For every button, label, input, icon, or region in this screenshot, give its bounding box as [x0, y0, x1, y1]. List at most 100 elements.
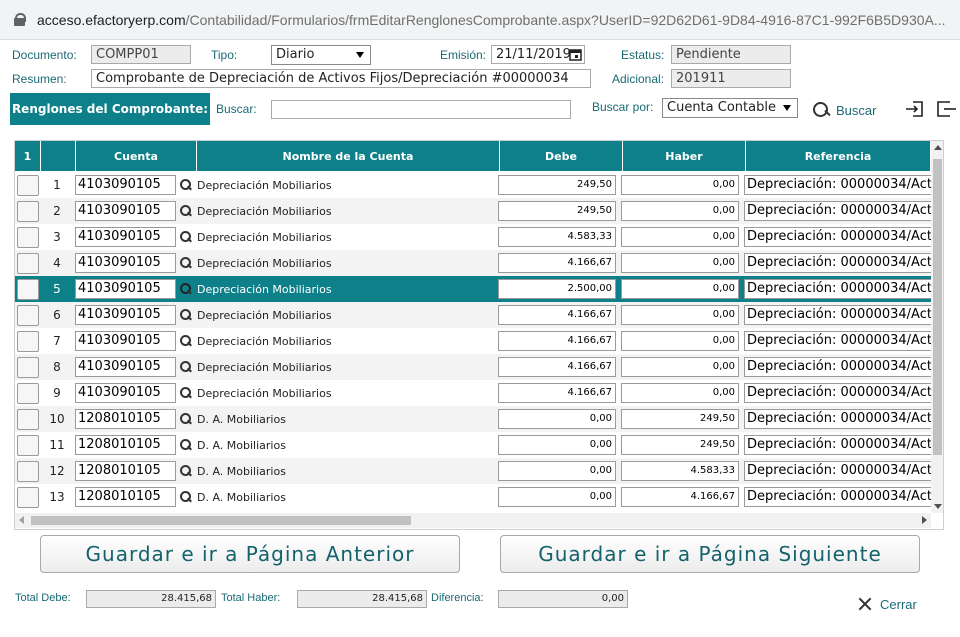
documento-field[interactable]: COMPP01	[91, 45, 191, 64]
referencia-input[interactable]: Depreciación: 00000034/Activo	[744, 357, 934, 377]
adicional-field[interactable]: 201911	[671, 69, 791, 88]
row-select-checkbox[interactable]	[17, 434, 39, 456]
referencia-input[interactable]: Depreciación: 00000034/Activo	[744, 461, 934, 481]
row-select-checkbox[interactable]	[17, 200, 39, 222]
export-icon[interactable]	[936, 98, 958, 120]
debe-input[interactable]: 2.500,00	[498, 279, 616, 299]
table-row[interactable]: 10 1208010105 D. A. Mobiliarios 0,00 249,50 D…	[15, 406, 934, 432]
column-header-cuenta[interactable]: Cuenta	[76, 141, 197, 171]
haber-input[interactable]: 4.583,33	[621, 461, 739, 481]
cuenta-input[interactable]: 4103090105	[75, 201, 176, 221]
referencia-input[interactable]: Depreciación: 00000034/Activo	[744, 253, 934, 273]
search-input[interactable]	[271, 100, 571, 119]
haber-input[interactable]: 0,00	[621, 279, 739, 299]
estatus-field[interactable]: Pendiente	[671, 45, 791, 64]
cuenta-input[interactable]: 4103090105	[75, 227, 176, 247]
table-row[interactable]: 12 1208010105 D. A. Mobiliarios 0,00 4.583,3…	[15, 458, 934, 484]
table-row[interactable]: 9 4103090105 Depreciación Mobiliarios 4.166…	[15, 380, 934, 406]
referencia-input[interactable]: Depreciación: 00000034/Activo	[744, 201, 934, 221]
column-header-select[interactable]: 1	[15, 141, 41, 171]
debe-input[interactable]: 4.166,67	[498, 383, 616, 403]
debe-input[interactable]: 0,00	[498, 461, 616, 481]
haber-input[interactable]: 249,50	[621, 409, 739, 429]
row-select-checkbox[interactable]	[17, 226, 39, 248]
search-button[interactable]: Buscar	[812, 98, 876, 122]
column-header-haber[interactable]: Haber	[623, 141, 746, 171]
table-row[interactable]: 6 4103090105 Depreciación Mobiliarios 4.166…	[15, 302, 934, 328]
row-select-checkbox[interactable]	[17, 174, 39, 196]
table-row[interactable]: 8 4103090105 Depreciación Mobiliarios 4.166…	[15, 354, 934, 380]
table-row[interactable]: 3 4103090105 Depreciación Mobiliarios 4.583…	[15, 224, 934, 250]
scroll-up-icon[interactable]	[934, 145, 942, 150]
haber-input[interactable]: 0,00	[621, 383, 739, 403]
row-select-checkbox[interactable]	[17, 356, 39, 378]
referencia-input[interactable]: Depreciación: 00000034/Activo	[744, 409, 934, 429]
row-select-checkbox[interactable]	[17, 330, 39, 352]
haber-input[interactable]: 249,50	[621, 435, 739, 455]
cuenta-input[interactable]: 4103090105	[75, 383, 176, 403]
debe-input[interactable]: 249,50	[498, 175, 616, 195]
debe-input[interactable]: 249,50	[498, 201, 616, 221]
search-icon[interactable]	[178, 228, 196, 246]
debe-input[interactable]: 4.166,67	[498, 305, 616, 325]
search-icon[interactable]	[178, 462, 196, 480]
search-icon[interactable]	[178, 384, 196, 402]
close-button[interactable]: Cerrar	[857, 596, 917, 612]
next-page-button[interactable]: Guardar e ir a Página Siguiente	[500, 535, 920, 573]
row-select-checkbox[interactable]	[17, 252, 39, 274]
search-icon[interactable]	[178, 254, 196, 272]
debe-input[interactable]: 0,00	[498, 487, 616, 507]
emision-date-field[interactable]: 21/11/2019	[491, 45, 585, 64]
search-icon[interactable]	[178, 436, 196, 454]
cuenta-input[interactable]: 4103090105	[75, 331, 176, 351]
referencia-input[interactable]: Depreciación: 00000034/Activo	[744, 383, 934, 403]
haber-input[interactable]: 0,00	[621, 201, 739, 221]
haber-input[interactable]: 0,00	[621, 227, 739, 247]
debe-input[interactable]: 4.166,67	[498, 331, 616, 351]
debe-input[interactable]: 0,00	[498, 409, 616, 429]
row-select-checkbox[interactable]	[17, 408, 39, 430]
vertical-scrollbar[interactable]	[931, 141, 943, 513]
cuenta-input[interactable]: 4103090105	[75, 175, 176, 195]
cuenta-input[interactable]: 4103090105	[75, 305, 176, 325]
vertical-scroll-thumb[interactable]	[933, 159, 942, 455]
referencia-input[interactable]: Depreciación: 00000034/Activo	[744, 175, 934, 195]
search-icon[interactable]	[178, 202, 196, 220]
search-icon[interactable]	[178, 280, 196, 298]
search-icon[interactable]	[178, 488, 196, 506]
haber-input[interactable]: 0,00	[621, 175, 739, 195]
search-icon[interactable]	[178, 176, 196, 194]
referencia-input[interactable]: Depreciación: 00000034/Activo	[744, 331, 934, 351]
cuenta-input[interactable]: 1208010105	[75, 461, 176, 481]
debe-input[interactable]: 0,00	[498, 435, 616, 455]
table-row[interactable]: 13 1208010105 D. A. Mobiliarios 0,00 4.166,6…	[15, 484, 934, 510]
scroll-right-icon[interactable]	[922, 516, 927, 524]
column-header-nombre[interactable]: Nombre de la Cuenta	[197, 141, 500, 171]
haber-input[interactable]: 0,00	[621, 253, 739, 273]
column-header-referencia[interactable]: Referencia	[746, 141, 931, 171]
table-row[interactable]: 4 4103090105 Depreciación Mobiliarios 4.166…	[15, 250, 934, 276]
cuenta-input[interactable]: 1208010105	[75, 487, 176, 507]
haber-input[interactable]: 0,00	[621, 331, 739, 351]
haber-input[interactable]: 0,00	[621, 357, 739, 377]
calendar-icon[interactable]	[569, 48, 582, 61]
table-row[interactable]: 2 4103090105 Depreciación Mobiliarios 249,5…	[15, 198, 934, 224]
table-row[interactable]: 7 4103090105 Depreciación Mobiliarios 4.166…	[15, 328, 934, 354]
table-row[interactable]: 5 4103090105 Depreciación Mobiliarios 2.500…	[15, 276, 934, 302]
horizontal-scroll-thumb[interactable]	[31, 516, 411, 525]
buscar-por-select[interactable]: Cuenta Contable	[662, 98, 798, 118]
debe-input[interactable]: 4.583,33	[498, 227, 616, 247]
horizontal-scrollbar[interactable]	[15, 513, 931, 528]
haber-input[interactable]: 4.166,67	[621, 487, 739, 507]
table-row[interactable]: 11 1208010105 D. A. Mobiliarios 0,00 249,50 D…	[15, 432, 934, 458]
row-select-checkbox[interactable]	[17, 460, 39, 482]
cuenta-input[interactable]: 4103090105	[75, 279, 176, 299]
search-icon[interactable]	[178, 332, 196, 350]
referencia-input[interactable]: Depreciación: 00000034/Activo	[744, 487, 934, 507]
debe-input[interactable]: 4.166,67	[498, 253, 616, 273]
row-select-checkbox[interactable]	[17, 382, 39, 404]
row-select-checkbox[interactable]	[17, 278, 39, 300]
referencia-input[interactable]: Depreciación: 00000034/Activo	[744, 227, 934, 247]
search-icon[interactable]	[178, 358, 196, 376]
row-select-checkbox[interactable]	[17, 304, 39, 326]
